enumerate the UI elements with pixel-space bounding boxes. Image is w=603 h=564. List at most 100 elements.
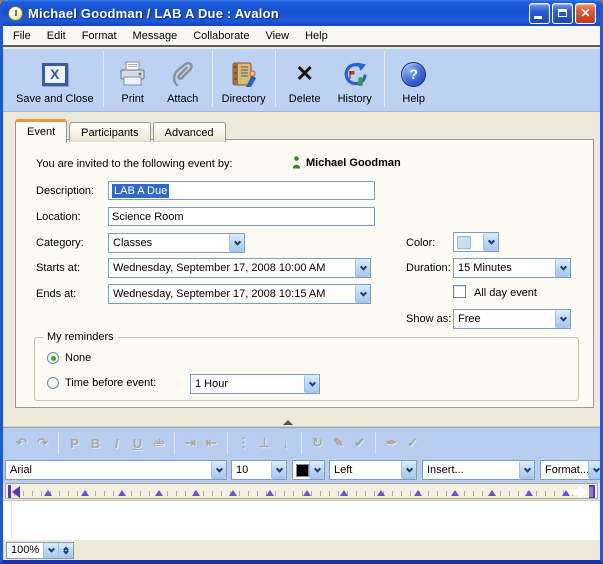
- font-size-select[interactable]: 10: [231, 460, 287, 480]
- directory-button[interactable]: Directory: [217, 53, 271, 107]
- description-input[interactable]: LAB A Due: [108, 181, 375, 200]
- show-as-select[interactable]: Free: [453, 309, 571, 329]
- indent-increase-icon[interactable]: ⇥: [180, 435, 201, 451]
- format-select[interactable]: Format...: [540, 460, 600, 480]
- description-value: LAB A Due: [112, 184, 169, 198]
- reminder-time-value: 1 Hour: [191, 378, 304, 390]
- indent-decrease-icon[interactable]: ⇤: [201, 435, 222, 451]
- chevron-down-icon: [555, 259, 570, 277]
- tab-leader-icon[interactable]: ⋮: [233, 435, 254, 451]
- margin-marker-icon[interactable]: ⊥: [254, 435, 275, 451]
- zoom-control[interactable]: 100%: [6, 542, 74, 559]
- bold-icon[interactable]: B: [85, 436, 106, 451]
- printer-icon: [118, 58, 148, 90]
- format-separator: [227, 432, 228, 454]
- starts-at-label: Starts at:: [36, 262, 80, 274]
- save-and-close-button[interactable]: X Save and Close: [11, 53, 99, 107]
- menu-bar: File Edit Format Message Collaborate Vie…: [3, 26, 600, 47]
- category-value: Classes: [109, 237, 229, 249]
- chevron-down-icon: [48, 545, 55, 552]
- zoom-spinner[interactable]: [58, 543, 73, 558]
- tab-strip: Event Participants Advanced: [15, 117, 228, 141]
- menu-collaborate[interactable]: Collaborate: [185, 27, 257, 45]
- font-color-select[interactable]: [292, 460, 325, 480]
- delete-button[interactable]: ✕ Delete: [280, 53, 330, 107]
- menu-file[interactable]: File: [5, 27, 39, 45]
- category-label: Category:: [36, 237, 84, 249]
- align-select[interactable]: Left: [329, 460, 417, 480]
- strikethrough-icon[interactable]: ab: [148, 438, 169, 449]
- event-color-swatch: [457, 236, 471, 249]
- chevron-down-icon: [309, 461, 324, 479]
- menu-view[interactable]: View: [257, 27, 297, 45]
- help-button[interactable]: ? Help: [389, 53, 439, 107]
- insert-select[interactable]: Insert...: [422, 460, 535, 480]
- close-button[interactable]: ✕: [575, 3, 596, 24]
- italic-icon[interactable]: I: [106, 436, 127, 451]
- toolbar-separator: [103, 51, 104, 107]
- tab-participants[interactable]: Participants: [69, 122, 150, 142]
- font-size-value: 10: [232, 464, 271, 476]
- ruler[interactable]: [5, 483, 598, 499]
- organizer: Michael Goodman: [292, 156, 401, 169]
- left-indent-marker[interactable]: [8, 485, 20, 498]
- reminder-none-radio[interactable]: [47, 352, 59, 364]
- chevron-down-icon: [355, 285, 370, 303]
- reminder-time-select[interactable]: 1 Hour: [190, 374, 320, 394]
- tab-event[interactable]: Event: [15, 119, 67, 143]
- all-day-checkbox[interactable]: [453, 285, 466, 298]
- minimize-button[interactable]: [529, 3, 550, 24]
- print-button[interactable]: Print: [108, 53, 158, 107]
- duration-value: 15 Minutes: [454, 262, 555, 274]
- signature-icon[interactable]: ✒: [381, 435, 402, 451]
- category-select[interactable]: Classes: [108, 233, 245, 253]
- spellcheck-icon[interactable]: ✓: [402, 435, 423, 451]
- event-clock-icon: [8, 6, 23, 21]
- color-select[interactable]: [453, 232, 499, 252]
- duration-select[interactable]: 15 Minutes: [453, 258, 571, 278]
- history-label: History: [338, 93, 372, 105]
- pen-icon[interactable]: ✎: [328, 435, 349, 451]
- maximize-button[interactable]: [552, 3, 573, 24]
- chevron-down-icon: [211, 461, 226, 479]
- message-body[interactable]: [3, 500, 600, 539]
- collapse-triangle-icon[interactable]: [283, 420, 293, 425]
- menu-edit[interactable]: Edit: [39, 27, 74, 45]
- save-and-close-label: Save and Close: [16, 93, 94, 105]
- align-value: Left: [330, 464, 401, 476]
- menu-format[interactable]: Format: [74, 27, 125, 45]
- underline-icon[interactable]: U: [127, 436, 148, 451]
- description-label: Description:: [36, 185, 94, 197]
- format-toolbar: ↶ ↷ P B I U ab ⇥ ⇤ ⋮ ⊥ ↓ ↻ ✎ ✔ ✒ ✓: [3, 427, 600, 458]
- font-family-select[interactable]: Arial: [5, 460, 227, 480]
- zoom-dropdown-button[interactable]: [43, 543, 58, 558]
- ends-at-select[interactable]: Wednesday, September 17, 2008 10:15 AM: [108, 284, 371, 304]
- arrow-down-icon[interactable]: ↓: [275, 436, 296, 451]
- tab-advanced[interactable]: Advanced: [153, 122, 226, 142]
- refresh-icon[interactable]: ↻: [307, 435, 328, 451]
- chevron-down-icon: [483, 233, 498, 251]
- undo-icon[interactable]: ↶: [11, 435, 32, 451]
- history-button[interactable]: History: [330, 53, 380, 107]
- starts-at-value: Wednesday, September 17, 2008 10:00 AM: [109, 262, 355, 274]
- plain-style-icon[interactable]: P: [64, 436, 85, 451]
- location-input[interactable]: Science Room: [108, 207, 375, 226]
- right-indent-marker[interactable]: [566, 485, 595, 499]
- format-separator: [375, 432, 376, 454]
- delete-label: Delete: [289, 93, 321, 105]
- accept-icon[interactable]: ✔: [349, 435, 370, 451]
- reminder-time-radio[interactable]: [47, 377, 59, 389]
- titlebar[interactable]: Michael Goodman / LAB A Due : Avalon ✕: [3, 0, 600, 26]
- toolbar-separator: [384, 51, 385, 107]
- close-icon: ✕: [580, 7, 590, 19]
- chevron-down-icon: [355, 259, 370, 277]
- redo-icon[interactable]: ↷: [32, 435, 53, 451]
- menu-message[interactable]: Message: [125, 27, 186, 45]
- show-as-label: Show as:: [406, 313, 451, 325]
- duration-label: Duration:: [406, 262, 451, 274]
- color-label: Color:: [406, 237, 435, 249]
- starts-at-select[interactable]: Wednesday, September 17, 2008 10:00 AM: [108, 258, 371, 278]
- pane-splitter[interactable]: [3, 408, 600, 427]
- menu-help[interactable]: Help: [297, 27, 336, 45]
- attach-button[interactable]: Attach: [158, 53, 208, 107]
